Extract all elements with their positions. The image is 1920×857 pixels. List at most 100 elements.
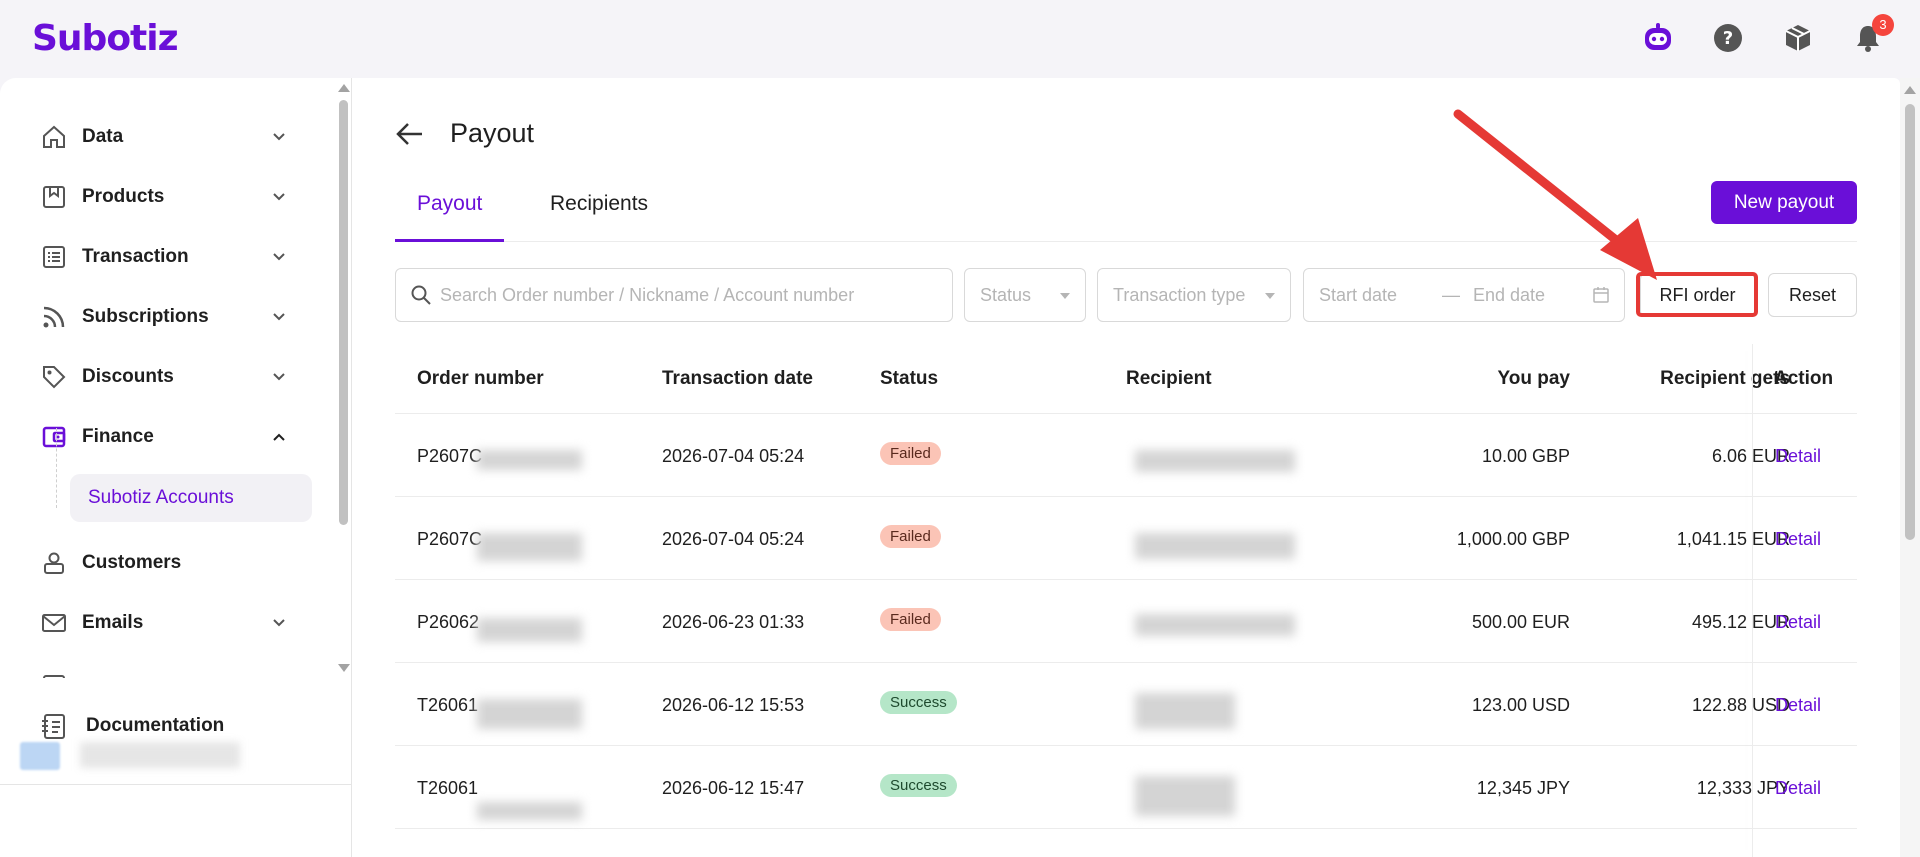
payout-table: Order number Transaction date Status Rec…	[395, 344, 1857, 829]
sidebar-item-discounts[interactable]: Discounts	[40, 357, 300, 397]
sidebar-item-subscriptions[interactable]: Subscriptions	[40, 297, 300, 337]
chevron-down-icon	[270, 128, 288, 146]
sidebar-item-emails[interactable]: Emails	[40, 603, 300, 643]
sidebar-item-transaction[interactable]: Transaction	[40, 237, 300, 277]
order-number: P2607C	[417, 446, 483, 466]
end-date-input[interactable]: End date	[1473, 285, 1545, 306]
column-header: Order number	[417, 368, 544, 389]
sidebar-item-partial[interactable]	[40, 664, 300, 678]
status-select[interactable]: Status	[964, 268, 1086, 322]
chevron-down-icon	[270, 248, 288, 266]
redacted-recipient	[1135, 533, 1295, 559]
order-number: P26062	[417, 612, 480, 632]
account-avatar[interactable]	[20, 742, 60, 770]
back-arrow-icon[interactable]	[394, 118, 426, 150]
reset-button[interactable]: Reset	[1768, 273, 1857, 317]
recipient-gets: 1,041.15 EUR	[1676, 529, 1790, 549]
main-scrollbar[interactable]	[1900, 78, 1920, 857]
detail-link[interactable]: Detail	[1775, 529, 1821, 550]
svg-text:?: ?	[1723, 28, 1733, 49]
redacted-order	[477, 450, 582, 470]
date-separator: —	[1442, 285, 1460, 305]
new-payout-button[interactable]: New payout	[1711, 181, 1857, 224]
table-header: Order number Transaction date Status Rec…	[395, 344, 1857, 414]
redacted-recipient	[1135, 614, 1295, 636]
logo[interactable]: Subotiz	[32, 18, 179, 59]
search-placeholder: Search Order number / Nickname / Account…	[440, 284, 855, 305]
submenu-guide-line	[56, 428, 57, 508]
calendar-icon[interactable]	[1592, 286, 1610, 304]
sidebar: Data Products Transaction Subscriptions …	[0, 78, 352, 857]
status-badge: Success	[880, 691, 957, 714]
status-badge: Failed	[880, 608, 941, 631]
page-title: Payout	[450, 118, 535, 148]
status-badge: Failed	[880, 525, 941, 548]
bell-icon[interactable]: 3	[1850, 14, 1894, 56]
wallet-icon	[40, 423, 68, 451]
you-pay: 10.00 GBP	[1481, 446, 1570, 466]
column-header: Recipient	[1126, 368, 1212, 389]
table-row: T26061 2026-06-12 15:47 Success 12,345 J…	[395, 746, 1857, 829]
caret-down-icon	[1265, 293, 1275, 299]
action-column-divider	[1752, 344, 1753, 857]
tab-recipients[interactable]: Recipients	[550, 192, 648, 242]
package-icon[interactable]	[1780, 20, 1816, 56]
chevron-down-icon	[270, 308, 288, 326]
you-pay: 123.00 USD	[1471, 695, 1570, 715]
annotation-arrow	[1453, 109, 1657, 280]
chevron-up-icon	[270, 428, 288, 446]
table-row: T26061 2026-06-12 15:53 Success 123.00 U…	[395, 663, 1857, 746]
column-header: Action	[1774, 368, 1834, 389]
table-row: P2607C 2026-07-04 05:24 Failed 10.00 GBP…	[395, 414, 1857, 497]
calendar-icon	[40, 670, 68, 678]
you-pay: 500.00 EUR	[1471, 612, 1570, 632]
status-badge: Success	[880, 774, 957, 797]
column-header: Status	[880, 368, 939, 389]
order-number: P2607C	[417, 529, 483, 549]
transaction-date: 2026-06-23 01:33	[662, 612, 805, 632]
order-number: T26061	[417, 695, 479, 715]
sidebar-item-products[interactable]: Products	[40, 177, 300, 217]
recipient-gets: 122.88 USD	[1691, 695, 1790, 715]
search-icon	[410, 284, 432, 306]
sidebar-item-data[interactable]: Data	[40, 117, 300, 157]
transaction-date: 2026-07-04 05:24	[662, 529, 805, 549]
recipient-gets: 495.12 EUR	[1691, 612, 1790, 632]
tab-payout[interactable]: Payout	[395, 192, 505, 242]
detail-link[interactable]: Detail	[1775, 446, 1821, 467]
column-header: Transaction date	[662, 368, 813, 389]
recipient-gets: 12,333 JPY	[1696, 778, 1790, 798]
start-date-input[interactable]: Start date	[1319, 285, 1397, 306]
redacted-recipient	[1135, 450, 1295, 472]
redacted-order	[477, 533, 582, 561]
rss-icon	[40, 303, 68, 331]
detail-link[interactable]: Detail	[1775, 778, 1821, 799]
search-input[interactable]: Search Order number / Nickname / Account…	[395, 268, 953, 322]
main-scroll-thumb[interactable]	[1905, 104, 1915, 540]
sidebar-scroll-thumb[interactable]	[339, 100, 348, 525]
scroll-up-arrow-icon[interactable]	[1904, 86, 1916, 94]
scroll-down-arrow-icon[interactable]	[338, 664, 350, 672]
transaction-type-select[interactable]: Transaction type	[1097, 268, 1291, 322]
sidebar-scrollbar[interactable]	[336, 78, 352, 678]
account-footer[interactable]	[0, 784, 352, 857]
sidebar-item-customers[interactable]: Customers	[40, 543, 300, 583]
top-bar: Subotiz ? 3	[0, 0, 1920, 78]
transaction-date: 2026-06-12 15:53	[662, 695, 805, 715]
status-badge: Failed	[880, 442, 941, 465]
assistant-bot-icon[interactable]	[1640, 20, 1676, 56]
sidebar-item-documentation[interactable]: Documentation	[40, 712, 224, 740]
sidebar-nav: Data Products Transaction Subscriptions …	[0, 78, 336, 678]
sidebar-item-finance[interactable]: Finance	[40, 417, 300, 457]
redacted-order	[477, 699, 582, 729]
sidebar-subitem-subotiz-accounts[interactable]: Subotiz Accounts	[70, 474, 312, 522]
detail-link[interactable]: Detail	[1775, 695, 1821, 716]
you-pay: 1,000.00 GBP	[1456, 529, 1570, 549]
notification-badge: 3	[1872, 14, 1894, 36]
scroll-up-arrow-icon[interactable]	[338, 84, 350, 92]
redacted-recipient	[1135, 776, 1235, 816]
help-icon[interactable]: ?	[1710, 20, 1746, 56]
chevron-down-icon	[270, 368, 288, 386]
table-row: P26062 2026-06-23 01:33 Failed 500.00 EU…	[395, 580, 1857, 663]
detail-link[interactable]: Detail	[1775, 612, 1821, 633]
